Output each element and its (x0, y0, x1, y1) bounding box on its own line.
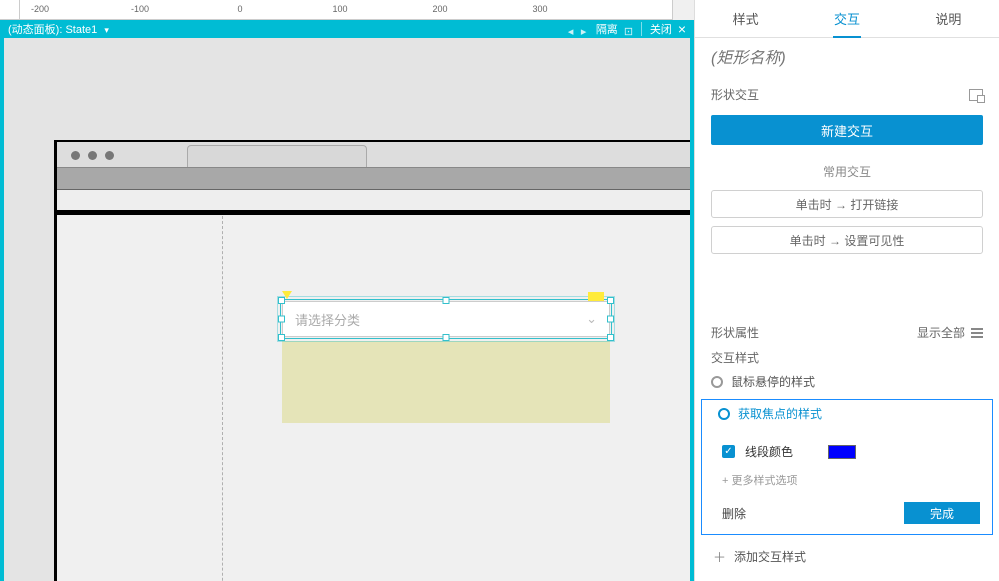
line-color-label: 线段颜色 (745, 443, 793, 460)
inspector-panel: 样式 交互 说明 形状交互 新建交互 常用交互 单击时 → 打开链接 单击时 →… (694, 0, 999, 581)
canvas[interactable]: 请选择分类 ⌄ (0, 38, 694, 581)
browser-tab (187, 145, 367, 167)
new-interaction-button[interactable]: 新建交互 (711, 115, 983, 145)
ruler-tick: 0 (237, 4, 242, 14)
tab-notes[interactable]: 说明 (898, 0, 999, 37)
placeholder-block[interactable] (282, 341, 610, 423)
add-style-label: 添加交互样式 (734, 548, 806, 565)
note-marker-icon[interactable] (588, 292, 604, 301)
resize-handle-bl[interactable] (278, 334, 285, 341)
chevron-down-icon: ⌄ (586, 311, 597, 327)
tab-interaction[interactable]: 交互 (796, 0, 897, 37)
hover-style-item[interactable]: 鼠标悬停的样式 (695, 368, 999, 395)
inspector-tabs: 样式 交互 说明 (695, 0, 999, 38)
prev-icon[interactable]: ◂ (568, 25, 577, 34)
focus-style-item[interactable]: 获取焦点的样式 (702, 400, 992, 427)
ruler-tick: 200 (432, 4, 447, 14)
isolate-button[interactable]: 隔离 (596, 21, 618, 37)
click-open-link-button[interactable]: 单击时 → 打开链接 (711, 190, 983, 218)
target-icon (718, 408, 730, 420)
shape-properties-header: 形状属性 显示全部 (695, 318, 999, 347)
browser-toolbar (57, 168, 691, 190)
selected-dropdown-widget[interactable]: 请选择分类 ⌄ (282, 301, 610, 337)
widget-name-input[interactable] (711, 50, 983, 68)
separator (641, 22, 642, 36)
style-label: 获取焦点的样式 (738, 405, 822, 422)
dynamic-panel-edit-header: (动态面板): State1 ◂ ▸ 隔离 ⊡ 关闭 × (0, 20, 694, 38)
section-title: 交互样式 (711, 349, 759, 366)
line-color-row: ✓ 线段颜色 (722, 439, 976, 464)
state-name: State1 (65, 24, 97, 36)
browser-toolbar-2 (57, 190, 691, 212)
show-all-button[interactable]: 显示全部 (917, 324, 983, 341)
line-color-checkbox[interactable]: ✓ (722, 445, 735, 458)
section-title: 形状属性 (711, 324, 759, 341)
panel-label: (动态面板): (8, 24, 62, 36)
close-icon[interactable]: × (678, 21, 686, 37)
add-interaction-style[interactable]: ＋ 添加交互样式 (695, 535, 999, 578)
resize-handle-tl[interactable] (278, 297, 285, 304)
close-edit-button[interactable]: 关闭 (650, 21, 672, 37)
style-label: 鼠标悬停的样式 (731, 373, 815, 390)
ruler-tick: -200 (31, 4, 49, 14)
resize-handle-tr[interactable] (607, 297, 614, 304)
more-style-options[interactable]: + 更多样式选项 (722, 464, 976, 488)
delete-style-button[interactable]: 删除 (722, 505, 746, 522)
edit-nav-icons: ◂ ▸ (568, 25, 590, 34)
ruler-tools[interactable] (672, 0, 694, 20)
horizontal-ruler: -200 -100 0 100 200 300 (0, 0, 694, 20)
vertical-guide[interactable] (222, 216, 223, 581)
next-icon[interactable]: ▸ (581, 25, 590, 34)
expand-icon[interactable] (969, 89, 983, 101)
focus-style-block: 获取焦点的样式 ✓ 线段颜色 + 更多样式选项 删除 完成 (701, 399, 993, 535)
plus-icon: ＋ (713, 547, 726, 566)
widget-name-field-wrap (695, 38, 999, 78)
resize-handle-tm[interactable] (443, 297, 450, 304)
click-set-visibility-button[interactable]: 单击时 → 设置可见性 (711, 226, 983, 254)
target-icon (711, 376, 723, 388)
common-interactions-label: 常用交互 (695, 153, 999, 186)
ruler-corner (0, 0, 20, 20)
dropdown-placeholder: 请选择分类 (295, 310, 360, 329)
edit-context-title[interactable]: (动态面板): State1 (8, 21, 568, 37)
line-color-swatch[interactable] (828, 445, 856, 459)
ruler-tick: -100 (131, 4, 149, 14)
state-dropdown-icon[interactable] (100, 24, 109, 36)
shape-interaction-header: 形状交互 (695, 78, 999, 107)
interaction-styles-header: 交互样式 (695, 347, 999, 368)
resize-handle-mr[interactable] (607, 316, 614, 323)
tab-style[interactable]: 样式 (695, 0, 796, 37)
section-title: 形状交互 (711, 86, 759, 103)
ruler-tick: 300 (532, 4, 547, 14)
resize-handle-br[interactable] (607, 334, 614, 341)
resize-handle-bm[interactable] (443, 334, 450, 341)
ruler-tick: 100 (332, 4, 347, 14)
resize-handle-ml[interactable] (278, 316, 285, 323)
isolate-icon[interactable]: ⊡ (624, 25, 633, 34)
done-button[interactable]: 完成 (904, 502, 980, 524)
menu-icon (971, 328, 983, 338)
